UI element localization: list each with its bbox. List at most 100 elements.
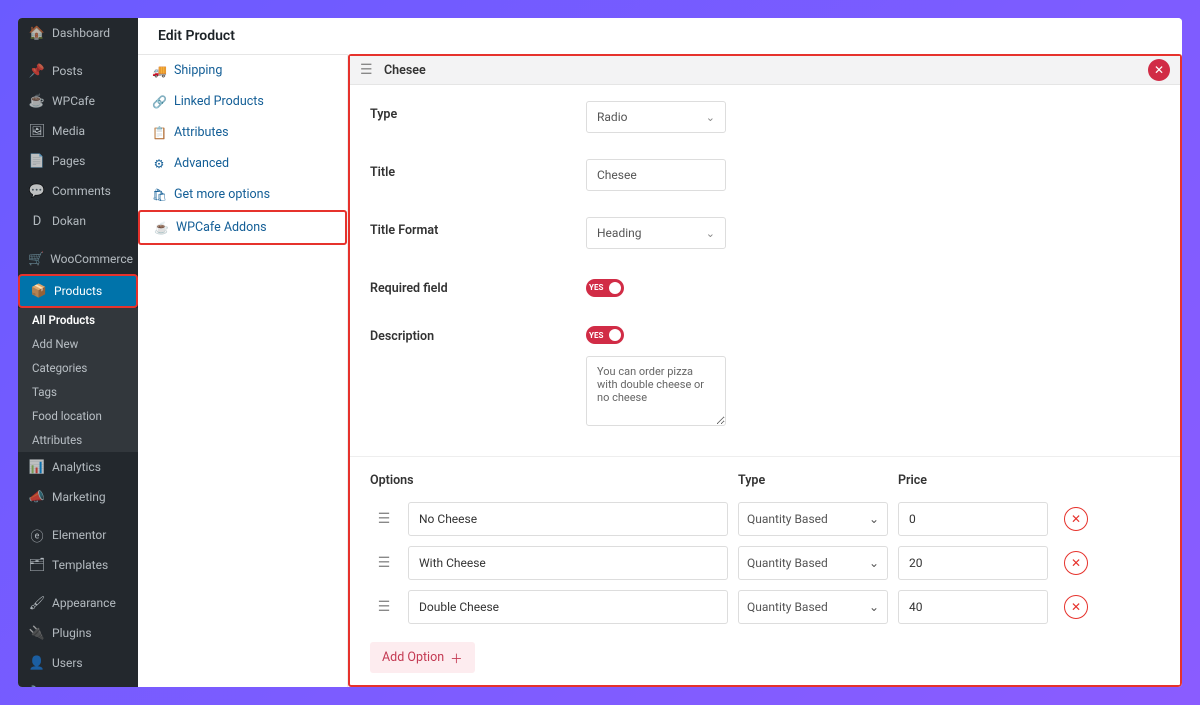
label-required: Required field	[370, 275, 586, 296]
option-type-select[interactable]: Quantity Based ⌄	[738, 546, 888, 580]
tab-label: Get more options	[174, 187, 270, 202]
page-icon: 📄	[28, 152, 46, 170]
sidebar-item-wpcafe[interactable]: ☕ WPCafe	[18, 86, 138, 116]
user-icon: 👤	[28, 654, 46, 672]
drag-handle-icon[interactable]: ☰	[370, 511, 398, 527]
tab-label: WPCafe Addons	[176, 220, 267, 235]
sidebar-item-label: Comments	[52, 184, 111, 198]
addon-panel-title: Chesee	[384, 63, 426, 78]
option-type-select[interactable]: Quantity Based ⌄	[738, 502, 888, 536]
drag-handle-icon[interactable]: ☰	[370, 555, 398, 571]
sidebar-item-dokan[interactable]: D Dokan	[18, 206, 138, 236]
sidebar-item-label: Plugins	[52, 626, 92, 640]
sidebar-subitem-tags[interactable]: Tags	[18, 380, 138, 404]
divider	[350, 456, 1180, 457]
sidebar-subitem-add-new[interactable]: Add New	[18, 332, 138, 356]
sidebar-item-woocommerce[interactable]: 🛒 WooCommerce	[18, 244, 138, 274]
sidebar-item-label: Marketing	[52, 490, 106, 504]
sidebar-item-appearance[interactable]: 🖌 Appearance	[18, 588, 138, 618]
description-toggle[interactable]: YES	[586, 326, 624, 344]
cup-icon: ☕	[154, 221, 168, 235]
select-value: Radio	[597, 110, 627, 124]
drag-handle-icon[interactable]: ☰	[360, 62, 378, 78]
tab-attributes[interactable]: 📋 Attributes	[138, 117, 347, 148]
chevron-down-icon: ⌄	[706, 227, 715, 240]
tab-label: Advanced	[174, 156, 229, 171]
close-button[interactable]: ✕	[1148, 59, 1170, 81]
option-name-input[interactable]	[408, 546, 728, 580]
sidebar-item-label: Posts	[52, 64, 83, 78]
page-title: Edit Product	[138, 18, 1182, 54]
chevron-down-icon: ⌄	[869, 512, 879, 526]
remove-option-button[interactable]: ✕	[1064, 595, 1088, 619]
select-value: Heading	[597, 226, 642, 240]
remove-option-button[interactable]: ✕	[1064, 551, 1088, 575]
brush-icon: 🖌	[28, 594, 46, 612]
analytics-icon: 📊	[28, 458, 46, 476]
options-header-options: Options	[370, 473, 728, 488]
type-select[interactable]: Radio ⌄	[586, 101, 726, 133]
sidebar-subitem-attributes[interactable]: Attributes	[18, 428, 138, 452]
option-price-input[interactable]	[898, 590, 1048, 624]
option-price-input[interactable]	[898, 546, 1048, 580]
sidebar-item-pages[interactable]: 📄 Pages	[18, 146, 138, 176]
products-icon: 📦	[30, 282, 48, 300]
link-icon: 🔗	[152, 95, 166, 109]
plus-icon: ＋	[450, 648, 463, 667]
option-name-input[interactable]	[408, 502, 728, 536]
media-icon: 🖼	[28, 122, 46, 140]
sidebar-item-elementor[interactable]: ⓔ Elementor	[18, 520, 138, 550]
sidebar-subitem-all-products[interactable]: All Products	[18, 308, 138, 332]
tab-shipping[interactable]: 🚚 Shipping	[138, 55, 347, 86]
options-header-price: Price	[898, 473, 1048, 488]
sidebar-item-plugins[interactable]: 🔌 Plugins	[18, 618, 138, 648]
templates-icon: 🗂	[28, 556, 46, 574]
sidebar-item-analytics[interactable]: 📊 Analytics	[18, 452, 138, 482]
drag-handle-icon[interactable]: ☰	[370, 599, 398, 615]
sidebar-item-users[interactable]: 👤 Users	[18, 648, 138, 678]
tab-linked-products[interactable]: 🔗 Linked Products	[138, 86, 347, 117]
sidebar-subitem-food-location[interactable]: Food location	[18, 404, 138, 428]
sidebar-item-products[interactable]: 📦 Products	[18, 274, 138, 308]
required-toggle[interactable]: YES	[586, 279, 624, 297]
title-input[interactable]	[586, 159, 726, 191]
woocommerce-icon: 🛒	[28, 250, 44, 268]
sidebar-item-tools[interactable]: 🔧 Tools	[18, 678, 138, 687]
select-value: Quantity Based	[747, 512, 828, 526]
sidebar-item-comments[interactable]: 💬 Comments	[18, 176, 138, 206]
close-icon: ✕	[1071, 556, 1081, 570]
tab-advanced[interactable]: ⚙ Advanced	[138, 148, 347, 179]
sidebar-item-label: Dokan	[52, 214, 86, 228]
sidebar-item-label: Media	[52, 124, 85, 138]
sidebar-submenu-products: All Products Add New Categories Tags Foo…	[18, 308, 138, 452]
title-format-select[interactable]: Heading ⌄	[586, 217, 726, 249]
truck-icon: 🚚	[152, 64, 166, 78]
remove-option-button[interactable]: ✕	[1064, 507, 1088, 531]
tab-wpcafe-addons[interactable]: ☕ WPCafe Addons	[138, 210, 347, 245]
sidebar-item-media[interactable]: 🖼 Media	[18, 116, 138, 146]
tab-label: Linked Products	[174, 94, 264, 109]
option-type-select[interactable]: Quantity Based ⌄	[738, 590, 888, 624]
option-price-input[interactable]	[898, 502, 1048, 536]
sidebar-item-dashboard[interactable]: 🏠 Dashboard	[18, 18, 138, 48]
select-value: Quantity Based	[747, 556, 828, 570]
add-option-button[interactable]: Add Option ＋	[370, 642, 475, 673]
sidebar-subitem-categories[interactable]: Categories	[18, 356, 138, 380]
sidebar-item-marketing[interactable]: 📣 Marketing	[18, 482, 138, 512]
add-option-label: Add Option	[382, 650, 444, 665]
home-icon: 🏠	[28, 24, 46, 42]
comment-icon: 💬	[28, 182, 46, 200]
close-icon: ✕	[1154, 63, 1164, 77]
cup-icon: ☕	[28, 92, 46, 110]
sidebar-item-templates[interactable]: 🗂 Templates	[18, 550, 138, 580]
pin-icon: 📌	[28, 62, 46, 80]
tab-get-more-options[interactable]: 🛍 Get more options	[138, 179, 347, 210]
sidebar-item-label: Products	[54, 284, 102, 298]
select-value: Quantity Based	[747, 600, 828, 614]
sidebar-item-label: Tools	[52, 686, 81, 687]
option-name-input[interactable]	[408, 590, 728, 624]
sidebar-item-posts[interactable]: 📌 Posts	[18, 56, 138, 86]
sidebar-item-label: Templates	[52, 558, 108, 572]
description-textarea[interactable]	[586, 356, 726, 426]
toggle-label: YES	[589, 283, 603, 292]
